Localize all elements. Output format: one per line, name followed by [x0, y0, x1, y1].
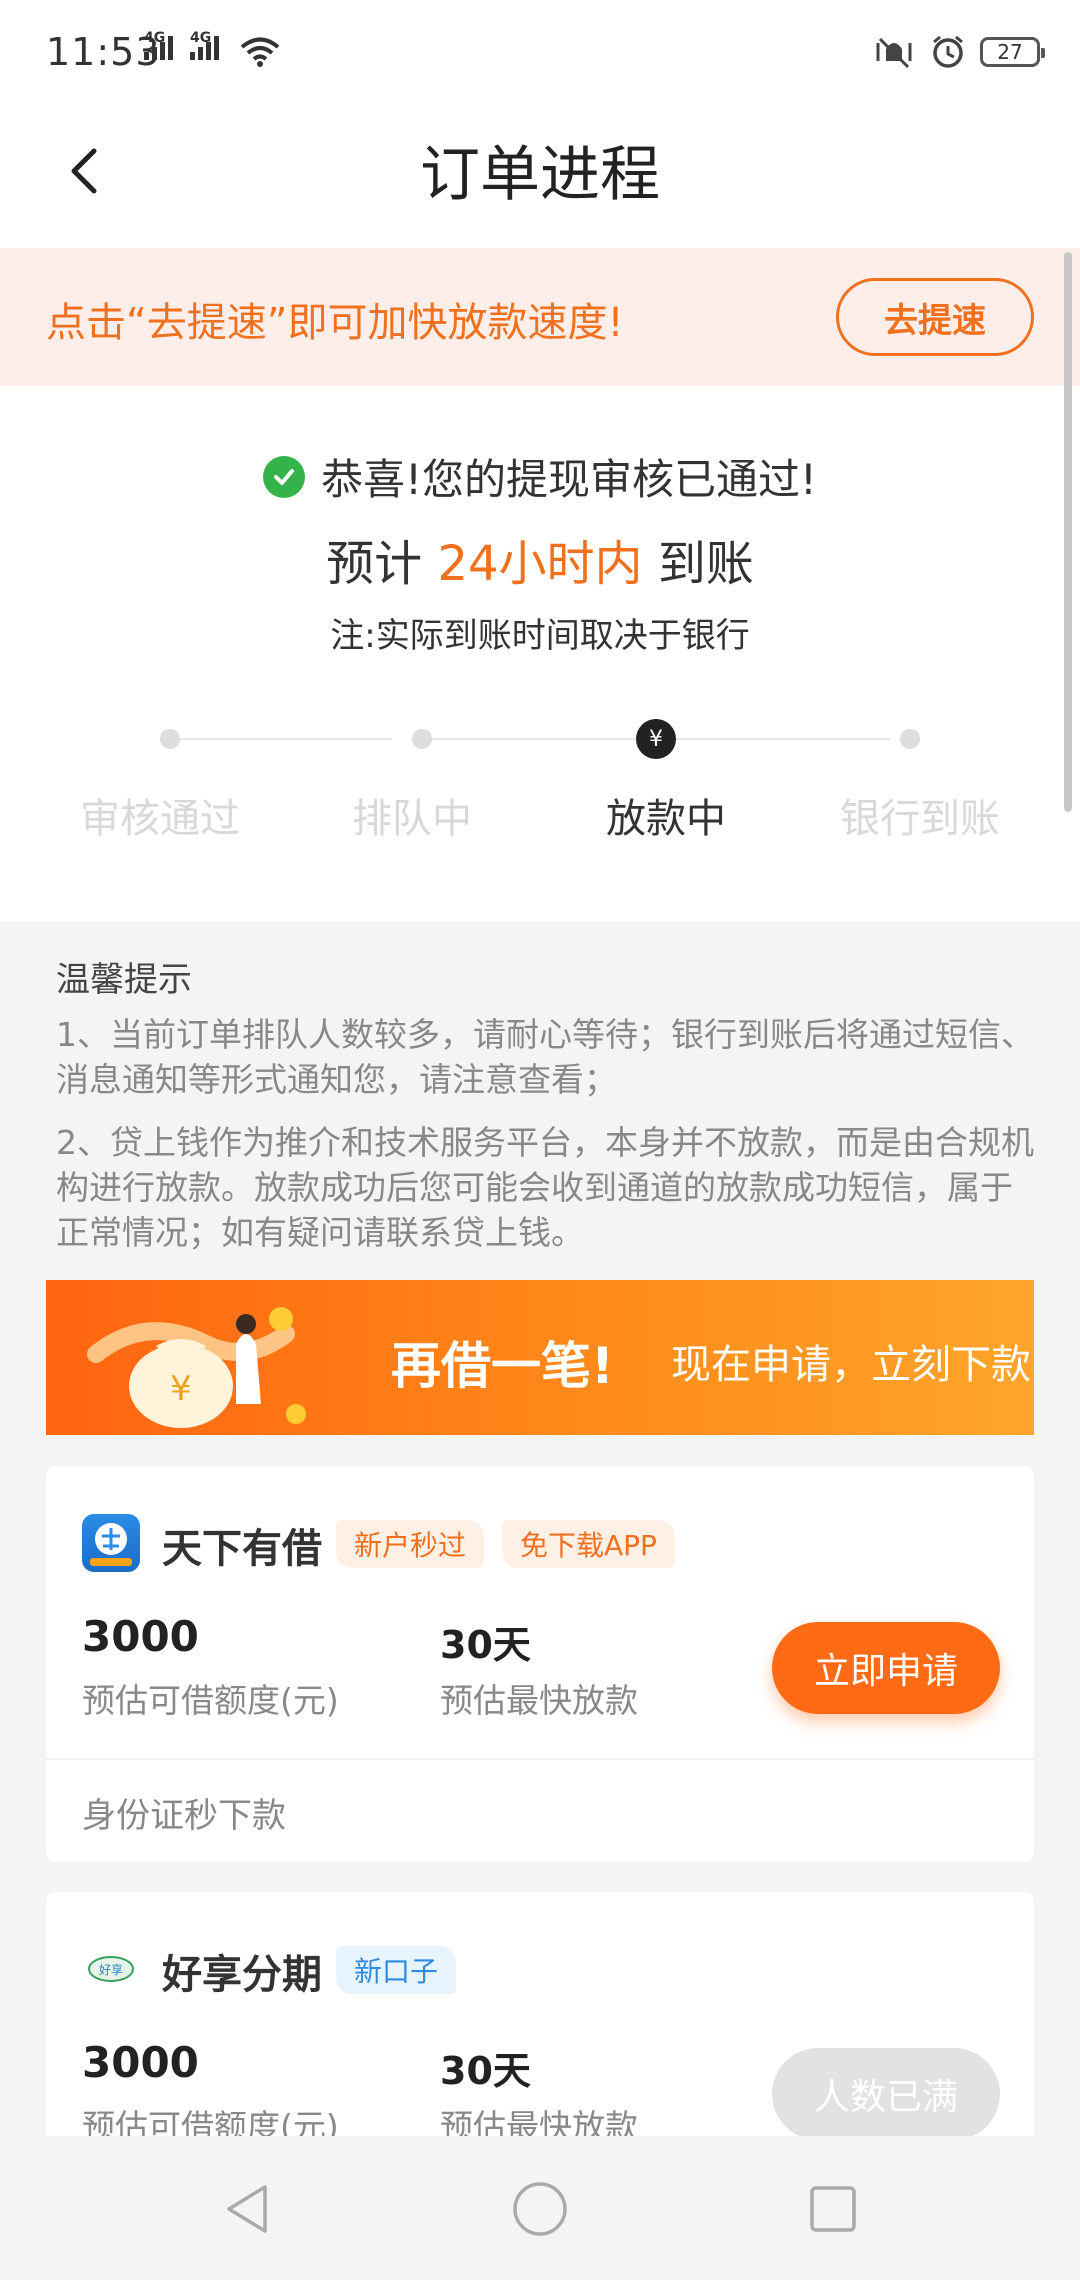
alarm-icon	[933, 35, 963, 68]
step-label-queue: 排队中	[352, 796, 472, 842]
nav-recents-button[interactable]	[798, 2174, 868, 2244]
step-connector	[676, 738, 890, 740]
speedup-banner-text: 点击“去提速”即可加快放款速度!	[46, 300, 624, 346]
wifi-icon	[240, 37, 280, 67]
loan-amount-label: 预估可借额度(元)	[82, 1681, 339, 1720]
loan-days: 30天	[440, 2049, 531, 2093]
step-dot-2	[412, 729, 432, 749]
eta-message: 预计 24小时内 到账	[0, 524, 1080, 594]
nav-back-button[interactable]	[212, 2174, 282, 2244]
app-header: 订单进程	[0, 100, 1080, 248]
money-bag-icon: ¥	[87, 1307, 306, 1428]
step-label-bank-arrival: 银行到账	[840, 796, 1000, 842]
banner-subtitle: 现在申请，立刻下款	[671, 1342, 1031, 1388]
status-right-icons: 27	[872, 34, 1045, 70]
eta-suffix: 到账	[657, 536, 754, 592]
status-bar: 11:53 4G 4G 27	[0, 0, 1080, 100]
loan-amount: 3000	[82, 2038, 199, 2087]
loan-name: 好享分期	[162, 1952, 322, 1998]
loan-tag: 免下载APP	[502, 1520, 675, 1568]
loan-card: 好享 好享分期 新口子 3000 预估可借额度(元) 30天 预估最快放款 人数…	[46, 1892, 1034, 2146]
tianxia-logo-icon	[82, 1514, 140, 1572]
loan-days-label: 预估最快放款	[440, 1681, 638, 1720]
loan-footer-text: 身份证秒下款	[82, 1796, 286, 1836]
step-dot-4	[900, 729, 920, 749]
battery-level: 27	[997, 40, 1023, 64]
eta-prefix: 预计	[326, 536, 423, 592]
cellular-signal-icon: 4G	[144, 30, 173, 60]
loan-days: 30天	[440, 1623, 531, 1667]
card-divider	[46, 1758, 1034, 1760]
svg-text:好享: 好享	[99, 1962, 123, 1977]
loan-amount: 3000	[82, 1612, 199, 1661]
nav-home-button[interactable]	[505, 2174, 575, 2244]
approval-message: 恭喜!您的提现审核已通过!	[321, 455, 817, 504]
step-label-review: 审核通过	[80, 796, 240, 842]
loan-tag: 新户秒过	[336, 1520, 485, 1568]
arrival-note: 注:实际到账时间取决于银行	[330, 616, 750, 656]
step-dot-1	[160, 729, 180, 749]
loan-tag: 新口子	[336, 1946, 457, 1994]
tips-title: 温馨提示	[56, 960, 192, 1000]
circle-home-icon	[513, 2182, 567, 2236]
network-type-label-2: 4G	[190, 30, 212, 46]
yen-icon: ¥	[636, 719, 676, 759]
haoxiang-logo-icon: 好享	[82, 1940, 140, 1998]
loan-name: 天下有借	[162, 1526, 322, 1572]
banner-title: 再借一笔!	[391, 1337, 614, 1395]
vibrate-icon	[876, 37, 912, 69]
borrow-again-banner[interactable]: ¥ 再借一笔! 现在申请，立刻下款	[46, 1280, 1034, 1435]
approval-row: 恭喜!您的提现审核已通过!	[0, 446, 1080, 507]
check-circle-icon	[263, 455, 306, 498]
order-status-card: 恭喜!您的提现审核已通过! 预计 24小时内 到账 注:实际到账时间取决于银行 …	[0, 386, 1080, 921]
speedup-banner: 点击“去提速”即可加快放款速度! 去提速	[0, 248, 1080, 386]
step-connector	[432, 738, 636, 740]
square-recents-icon	[810, 2186, 856, 2232]
tip-item-2: 2、贷上钱作为推介和技术服务平台，本身并不放款，而是由合规机构进行放款。放款成功…	[56, 1123, 1034, 1252]
step-connector	[180, 738, 392, 740]
svg-text:¥: ¥	[170, 1369, 192, 1409]
tip-item-1: 1、当前订单排队人数较多，请耐心等待；银行到账后将通过短信、消息通知等形式通知您…	[56, 1015, 1034, 1099]
scrollbar[interactable]	[1064, 252, 1072, 812]
eta-highlight: 24小时内	[437, 536, 643, 592]
quota-full-button[interactable]: 人数已满	[772, 2048, 1000, 2140]
battery-icon: 27	[980, 37, 1045, 67]
speedup-button[interactable]: 去提速	[836, 278, 1034, 356]
network-type-label: 4G	[144, 30, 166, 46]
triangle-back-icon	[227, 2185, 267, 2233]
system-nav-bar	[0, 2136, 1080, 2280]
step-label-disbursing: 放款中	[606, 796, 726, 842]
loan-card: 天下有借 新户秒过 免下载APP 3000 预估可借额度(元) 30天 预估最快…	[46, 1466, 1034, 1862]
page-title: 订单进程	[420, 140, 660, 210]
cellular-signal-icon-2: 4G	[190, 30, 219, 60]
apply-now-button[interactable]: 立即申请	[772, 1622, 1000, 1714]
